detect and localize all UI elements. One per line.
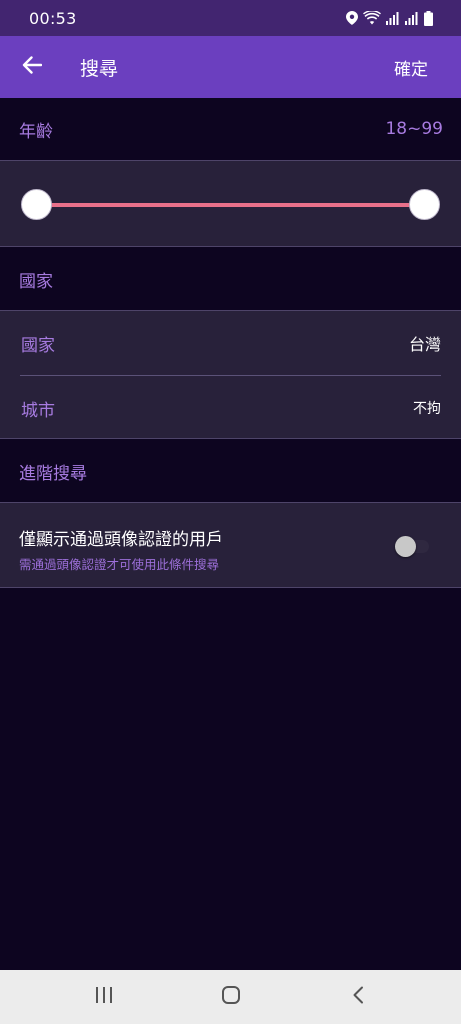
page-title: 搜尋: [80, 57, 119, 80]
age-slider-min-thumb[interactable]: [20, 189, 52, 220]
wifi-icon: [363, 11, 381, 25]
age-range-value: 18~99: [385, 119, 443, 139]
country-row-value: 台灣: [408, 335, 441, 354]
age-section-header: 年齡 18~99: [0, 98, 461, 160]
verified-only-title: 僅顯示通過頭像認證的用戶: [19, 530, 223, 550]
back-button[interactable]: [0, 36, 64, 98]
country-row-label: 國家: [21, 335, 55, 356]
country-section-label: 國家: [19, 271, 53, 292]
battery-icon: [424, 10, 433, 26]
verified-only-toggle[interactable]: [393, 535, 431, 557]
home-icon: [221, 985, 241, 1009]
back-nav-icon: [352, 986, 364, 1008]
age-slider-panel: [0, 160, 461, 247]
status-bar: 00:53: [0, 0, 461, 36]
age-slider-max-thumb[interactable]: [408, 189, 440, 220]
advanced-section-header: 進階搜尋: [0, 440, 461, 502]
toggle-knob: [395, 536, 416, 557]
location-panel: 國家 台灣 城市 不拘: [0, 310, 461, 439]
system-nav-bar: [0, 970, 461, 1024]
location-icon: [346, 11, 358, 25]
signal-icon-2: [405, 11, 419, 25]
status-time: 00:53: [29, 8, 77, 28]
verified-only-subtitle: 需通過頭像認證才可使用此條件搜尋: [19, 557, 220, 572]
arrow-left-icon: [22, 56, 43, 78]
recent-apps-icon: [95, 987, 113, 1007]
city-row[interactable]: 城市 不拘: [0, 376, 461, 440]
city-row-label: 城市: [21, 400, 55, 421]
verified-only-row: 僅顯示通過頭像認證的用戶 需通過頭像認證才可使用此條件搜尋: [0, 502, 461, 588]
advanced-section-label: 進階搜尋: [19, 463, 87, 484]
app-bar: 搜尋 確定: [0, 36, 461, 98]
country-row[interactable]: 國家 台灣: [0, 311, 461, 375]
status-icons: [346, 10, 433, 26]
city-row-value: 不拘: [413, 401, 441, 417]
country-section-header: 國家: [0, 248, 461, 310]
signal-icon: [386, 11, 400, 25]
search-filter-screen: 00:53 搜尋 確定 年齡 18~99 國家 國家 台灣 城市 不拘 進階搜尋…: [0, 0, 461, 1024]
age-slider-track[interactable]: [36, 203, 424, 207]
confirm-button[interactable]: 確定: [378, 36, 461, 98]
age-label: 年齡: [19, 121, 53, 142]
back-nav-button[interactable]: [328, 970, 388, 1024]
home-button[interactable]: [201, 970, 261, 1024]
recent-apps-button[interactable]: [74, 970, 134, 1024]
